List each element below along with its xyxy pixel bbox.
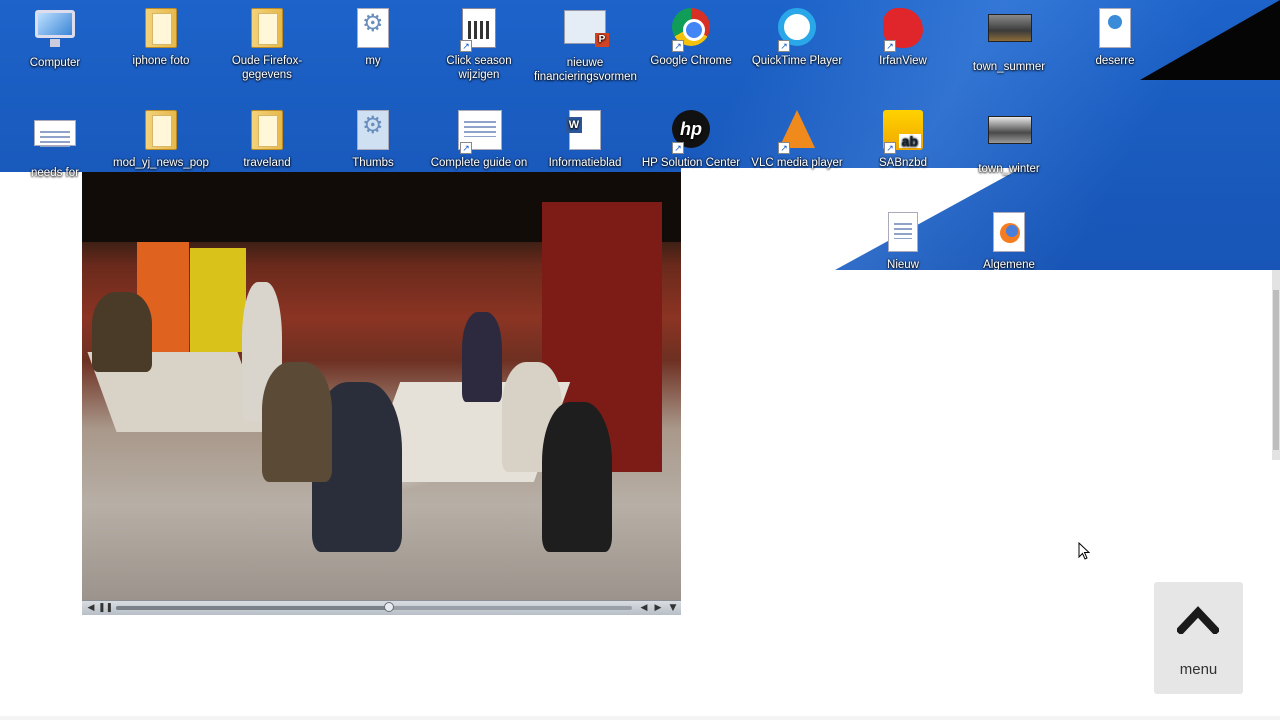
desktop-icon-vlc[interactable]: ↗ VLC media player <box>744 106 850 184</box>
desktop-icon-label: Informatieblad <box>548 157 622 169</box>
forward-icon[interactable]: ▶ <box>652 602 664 614</box>
desktop-icon-deserre[interactable]: deserre <box>1062 4 1168 82</box>
seek-progress <box>116 606 390 610</box>
desktop-icon-label: town_summer <box>972 61 1046 73</box>
settings-file-icon <box>352 8 394 52</box>
folder-icon <box>246 8 288 52</box>
video-person <box>92 292 152 372</box>
desktop-icon-click-season[interactable]: ↗ Click season wijzigen <box>426 4 532 82</box>
pause-icon[interactable]: ❚❚ <box>98 602 113 614</box>
video-frame[interactable] <box>82 172 681 600</box>
document-icon <box>34 120 76 164</box>
vlc-icon: ↗ <box>776 110 818 154</box>
video-person <box>262 362 332 482</box>
powerpoint-file-icon <box>564 10 609 54</box>
chevron-up-icon <box>1177 606 1219 634</box>
computer-icon <box>34 10 76 54</box>
seek-bar[interactable] <box>116 602 632 612</box>
word-file-icon <box>564 110 606 154</box>
player-controls: ◀ ❚❚ ◀ ▶ ▼ <box>82 600 681 615</box>
quicktime-icon: ↗ <box>776 8 818 52</box>
desktop-icon-iphone-foto[interactable]: iphone foto <box>108 4 214 82</box>
video-person <box>542 402 612 552</box>
folder-icon <box>140 110 182 154</box>
bottom-edge <box>0 716 1280 720</box>
firefox-file-icon <box>988 212 1030 256</box>
video-person <box>462 312 502 402</box>
desktop-icon-label: town_winter <box>978 163 1040 175</box>
desktop-icon-label: iphone foto <box>132 55 190 67</box>
desktop-icon-nieuwe-financieringsvormen[interactable]: nieuwe financieringsvormen <box>532 4 638 83</box>
desktop-icon-label: Nieuw <box>887 259 919 270</box>
sabnzbd-icon: ↗ <box>882 110 924 154</box>
desktop-icon-label: Computer <box>29 57 81 69</box>
desktop-icon-label: QuickTime Player <box>751 55 843 67</box>
dropdown-arrow-icon[interactable]: ▼ <box>667 602 679 614</box>
desktop-icon-label: IrfanView <box>879 55 927 67</box>
desktop-icon-label: VLC media player <box>751 157 843 169</box>
volume-icon[interactable]: ◀ <box>85 602 97 614</box>
desktop-icon-computer[interactable]: Computer <box>2 4 108 82</box>
desktop-icon-label: Google Chrome <box>650 55 732 67</box>
desktop-icon-label: mod_yj_news_pop <box>113 157 209 169</box>
image-file-icon <box>988 14 1032 58</box>
folder-icon <box>246 110 288 154</box>
desktop-icon-label: SABnzbd <box>879 157 927 169</box>
page-overlay-left <box>0 172 82 270</box>
desktop-icon-quicktime[interactable]: ↗ QuickTime Player <box>744 4 850 82</box>
desktop-icon-label: Thumbs <box>352 157 394 169</box>
desktop-icon-sabnzbd[interactable]: ↗ SABnzbd <box>850 106 956 184</box>
desktop-icon-town-winter[interactable]: town_winter <box>956 106 1062 184</box>
desktop-icon-label: deserre <box>1095 55 1135 67</box>
menu-button[interactable]: menu <box>1154 582 1243 694</box>
desktop-icon-google-chrome[interactable]: ↗ Google Chrome <box>638 4 744 82</box>
calendar-shortcut-icon: ↗ <box>458 8 500 52</box>
desktop-icon-my[interactable]: my <box>320 4 426 82</box>
desktop-icon-label: Click season wijzigen <box>446 55 512 81</box>
desktop-icon-label: Complete guide on <box>430 157 528 169</box>
desktop-icon-nieuw[interactable]: Nieuw <box>850 208 956 270</box>
desktop-icon-label: nieuwe financieringsvormen <box>534 57 637 83</box>
video-player[interactable]: ◀ ❚❚ ◀ ▶ ▼ <box>82 172 681 615</box>
desktop-icon-label: traveland <box>243 157 291 169</box>
menu-label: menu <box>1179 661 1218 678</box>
settings-file-icon <box>352 110 394 154</box>
desktop-icon-town-summer[interactable]: town_summer <box>956 4 1062 82</box>
image-file-icon <box>988 116 1032 160</box>
hp-icon: hp ↗ <box>670 110 712 154</box>
document-shortcut-icon: ↗ <box>458 110 502 154</box>
seek-handle[interactable] <box>384 602 395 612</box>
video-yellow-wall <box>190 248 246 352</box>
desktop-icon-label: HP Solution Center <box>641 157 741 169</box>
mouse-cursor-icon <box>1078 542 1090 560</box>
document-icon <box>882 212 924 256</box>
web-file-icon <box>1094 8 1136 52</box>
desktop-icon-irfanview[interactable]: ↗ IrfanView <box>850 4 956 82</box>
folder-icon <box>140 8 182 52</box>
desktop-icon-oude-firefox[interactable]: Oude Firefox-gegevens <box>214 4 320 82</box>
desktop-icon-algemene[interactable]: Algemene <box>956 208 1062 270</box>
irfanview-icon: ↗ <box>882 8 924 52</box>
desktop-icon-label: Algemene <box>983 259 1035 270</box>
desktop-icon-label: Oude Firefox-gegevens <box>231 55 303 81</box>
scrollbar-thumb[interactable] <box>1273 290 1279 450</box>
chrome-icon: ↗ <box>670 8 712 52</box>
rewind-icon[interactable]: ◀ <box>638 602 650 614</box>
desktop-icon-label: my <box>365 55 381 67</box>
